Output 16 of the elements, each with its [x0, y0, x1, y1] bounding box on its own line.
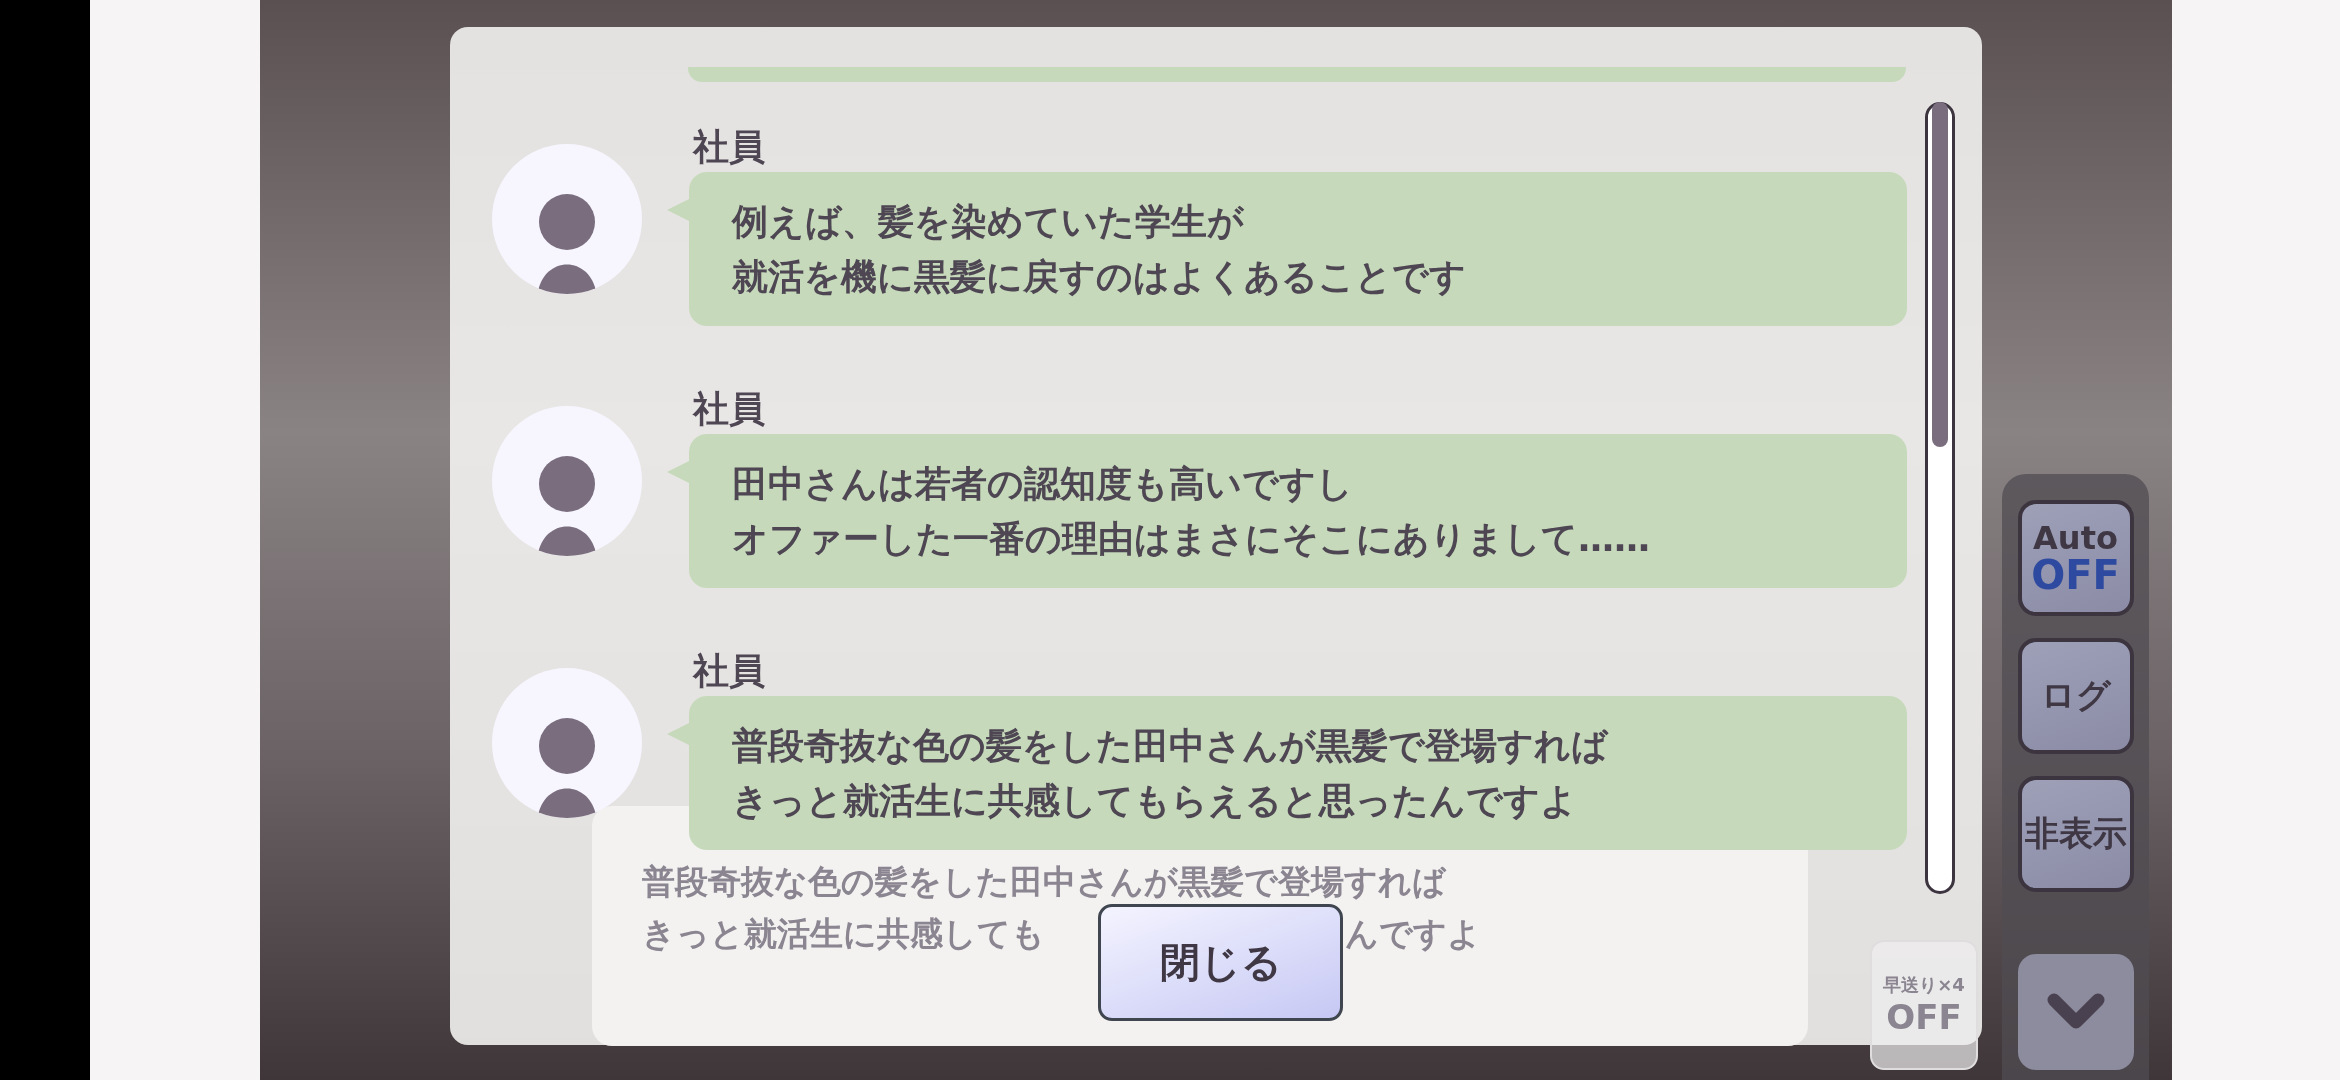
speaker-name: 社員: [693, 387, 766, 431]
hide-button[interactable]: 非表示: [2017, 776, 2134, 892]
message-text: きっと就活生に共感しても: [642, 913, 1045, 955]
fast-forward-button[interactable]: 早送り×4 OFF: [1870, 940, 1978, 1070]
scrollbar[interactable]: [1925, 102, 1955, 894]
close-button[interactable]: 閉じる: [1098, 904, 1343, 1021]
speaker-name: 社員: [693, 649, 766, 693]
message-text: 例えば、髪を染めていた学生が 就活を機に黒髪に戻すのはよくあることです: [732, 200, 1466, 299]
auto-button[interactable]: Auto OFF: [2017, 500, 2134, 616]
message-text: 田中さんは若者の認知度も高いですし オファーした一番の理由はまさにそこにありまして……: [732, 462, 1650, 561]
speaker-name: 社員: [693, 125, 766, 169]
log-button[interactable]: ログ: [2017, 638, 2134, 754]
message-text: んですよ: [1345, 913, 1481, 955]
message-text: 普段奇抜な色の髪をした田中さんが黒髪で登場すれば きっと就活生に共感してもらえると思ったんですよ: [732, 724, 1608, 823]
chevron-down-button[interactable]: [2017, 954, 2134, 1070]
message-text: 普段奇抜な色の髪をした田中さんが黒髪で登場すれば: [642, 861, 1448, 903]
